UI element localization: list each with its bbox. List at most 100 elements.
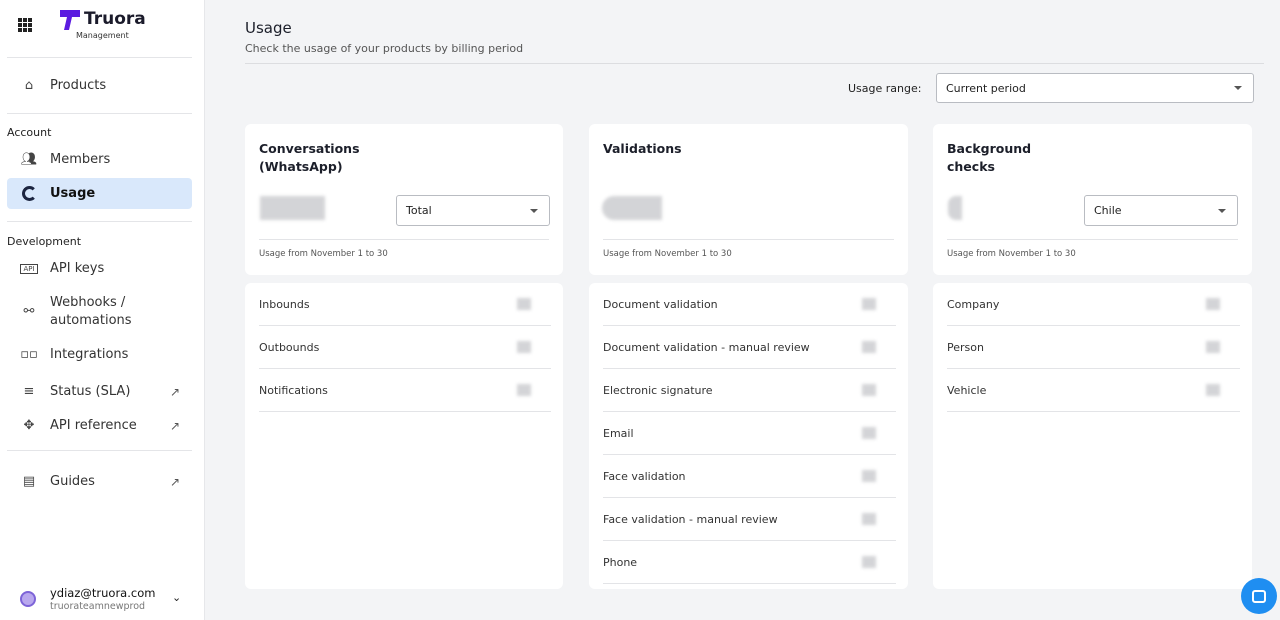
label: Webhooks / automations <box>50 295 132 328</box>
list-item: Electronic signature <box>603 369 896 412</box>
external-link-icon: ↗ <box>169 474 180 489</box>
label: Guides <box>50 474 95 489</box>
guides-icon: ▤ <box>22 474 36 489</box>
sidebar-item-integrations[interactable]: ▫▫ Integrations <box>7 339 192 370</box>
sidebar-item-guides[interactable]: ▤ Guides ↗ <box>7 466 192 497</box>
sidebar-item-usage[interactable]: Usage <box>7 178 192 209</box>
sidebar-item-members[interactable]: 👥︎ Members <box>7 144 192 175</box>
divider <box>947 239 1238 240</box>
row-label: Document validation <box>603 297 718 311</box>
sidebar-item-status[interactable]: ≡ Status (SLA) ↗ <box>7 376 192 407</box>
row-label: Electronic signature <box>603 383 713 397</box>
webhook-icon: ⚯ <box>23 304 35 319</box>
row-label: Phone <box>603 555 638 569</box>
list-item: Email <box>603 412 896 455</box>
brand-name: Truora <box>84 9 146 29</box>
row-value <box>862 298 876 310</box>
usage-period-note: Usage from November 1 to 30 <box>947 249 1076 259</box>
label: API keys <box>50 261 105 276</box>
divider <box>245 63 1264 64</box>
brand-subtitle: Management <box>76 31 129 40</box>
conversations-filter-select[interactable]: Total <box>396 195 550 226</box>
page-subtitle: Check the usage of your products by bill… <box>245 42 524 55</box>
truora-logo-icon <box>60 10 80 30</box>
divider <box>7 450 192 451</box>
select-value: Chile <box>1094 204 1122 217</box>
page-title: Usage <box>245 19 292 37</box>
sidebar-item-api-reference[interactable]: ✥ API reference ↗ <box>7 410 192 441</box>
conversations-detail-card: Inbounds Outbounds Notifications <box>245 283 563 589</box>
avatar <box>20 591 36 607</box>
external-link-icon: ↗ <box>169 418 180 433</box>
apps-grid-icon[interactable] <box>18 18 32 32</box>
usage-range-select[interactable]: Current period <box>936 73 1254 103</box>
external-link-icon: ↗ <box>169 384 180 399</box>
list-item: Vehicle <box>947 369 1240 412</box>
row-label: Face validation <box>603 469 686 483</box>
section-account: Account <box>7 126 52 139</box>
label: API reference <box>50 418 137 433</box>
list-item: Face validation - manual review <box>603 498 896 541</box>
row-value <box>1206 384 1220 396</box>
list-item: Outbounds <box>259 326 551 369</box>
chevron-down-icon[interactable]: ⌄ <box>172 591 181 604</box>
section-development: Development <box>7 235 82 248</box>
integrations-icon: ▫▫ <box>20 347 38 362</box>
caret-down-icon <box>1234 86 1242 90</box>
list-item: Person <box>947 326 1240 369</box>
row-label: Company <box>947 297 1000 311</box>
row-label: Outbounds <box>259 340 320 354</box>
api-reference-icon: ✥ <box>23 418 35 433</box>
row-label: Email <box>603 426 634 440</box>
card-title: Background checks <box>947 141 1032 174</box>
label: Products <box>50 78 107 93</box>
row-value <box>517 341 531 353</box>
usage-range-label: Usage range: <box>848 82 922 95</box>
api-icon: API <box>20 263 38 274</box>
row-label: Face validation - manual review <box>603 512 778 526</box>
card-title: Conversations (WhatsApp) <box>259 141 360 174</box>
row-value <box>862 513 876 525</box>
row-label: Document validation - manual review <box>603 340 810 354</box>
row-value <box>862 427 876 439</box>
label: Usage <box>50 186 96 201</box>
usage-period-note: Usage from November 1 to 30 <box>603 249 732 259</box>
divider <box>603 239 894 240</box>
chat-icon <box>1252 589 1266 603</box>
card-title: Validations <box>603 141 682 156</box>
divider <box>259 239 549 240</box>
caret-down-icon <box>530 208 538 213</box>
usage-range-value: Current period <box>946 81 1026 95</box>
usage-total-value <box>602 196 662 220</box>
validations-summary-card: Validations Usage from November 1 to 30 <box>589 124 908 275</box>
row-value <box>862 556 876 568</box>
chat-support-button[interactable] <box>1241 578 1277 614</box>
members-icon: 👥︎ <box>20 152 38 167</box>
user-email: ydiaz@truora.com <box>50 586 156 600</box>
divider <box>7 57 192 58</box>
row-label: Person <box>947 340 984 354</box>
row-label: Notifications <box>259 383 328 397</box>
home-icon: ⌂ <box>24 78 34 93</box>
background-checks-detail-card: Company Person Vehicle <box>933 283 1252 589</box>
conversations-summary-card: Conversations (WhatsApp) Total Usage fro… <box>245 124 563 275</box>
usage-ring-icon <box>20 185 38 203</box>
list-item: Notifications <box>259 369 551 412</box>
list-item: Inbounds <box>259 283 551 326</box>
sidebar-item-api-keys[interactable]: API API keys <box>7 253 192 284</box>
list-item: Company <box>947 283 1240 326</box>
list-item: Document validation <box>603 283 896 326</box>
country-filter-select[interactable]: Chile <box>1084 195 1238 226</box>
sidebar-item-products[interactable]: ⌂ Products <box>7 70 192 101</box>
caret-down-icon <box>1218 208 1226 213</box>
user-org: truorateamnewprod <box>50 601 146 612</box>
sidebar-item-webhooks[interactable]: ⚯ Webhooks / automations <box>7 293 192 331</box>
label: Status (SLA) <box>50 384 131 399</box>
divider <box>7 221 192 222</box>
sidebar: Truora Management ⌂ Products Account 👥︎ Me… <box>0 0 205 620</box>
status-icon: ≡ <box>23 384 35 399</box>
list-item: Document validation - manual review <box>603 326 896 369</box>
usage-total-value <box>948 196 962 220</box>
row-value <box>1206 298 1220 310</box>
row-value <box>862 341 876 353</box>
